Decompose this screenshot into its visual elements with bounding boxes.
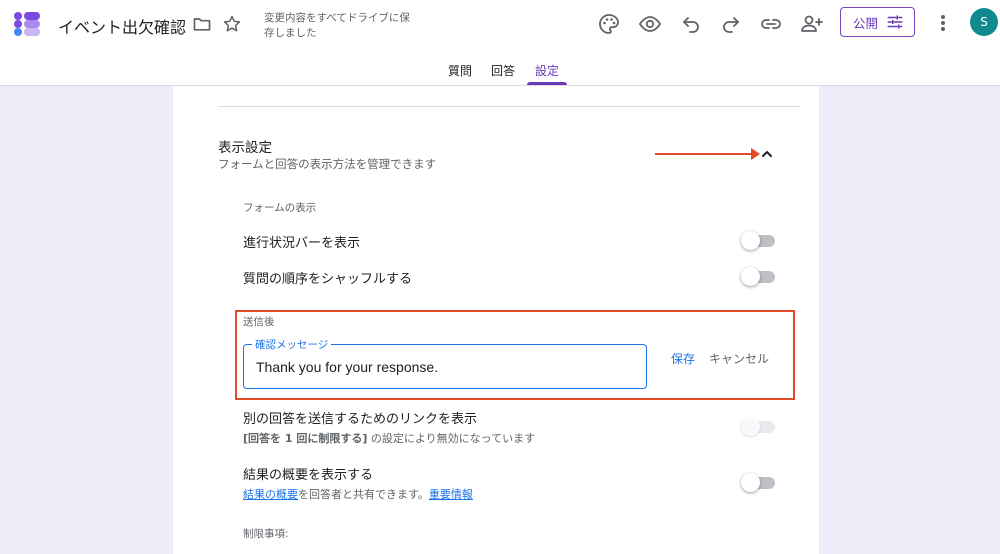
results-summary-note: 結果の概要を回答者と共有できます。重要情報 — [243, 486, 473, 502]
progress-bar-label: 進行状況バーを表示 — [243, 236, 361, 251]
publish-label: 公開 — [853, 15, 879, 31]
confirmation-message-input[interactable] — [256, 359, 636, 375]
results-summary-toggle[interactable] — [741, 473, 775, 492]
active-tab-indicator — [527, 82, 567, 85]
toggle-thumb — [741, 417, 760, 436]
save-status: 変更内容をすべてドライブに保存しました — [264, 12, 410, 39]
another-response-note-rest: の設定により無効になっています — [367, 432, 536, 445]
forms-logo-icon[interactable] — [12, 10, 42, 38]
another-response-label: 別の回答を送信するためのリンクを表示 — [243, 412, 478, 427]
section-divider — [218, 106, 800, 107]
star-icon[interactable] — [222, 14, 242, 34]
confirmation-message-field[interactable]: 確認メッセージ — [243, 337, 647, 389]
chevron-up-icon[interactable] — [759, 146, 775, 162]
another-response-toggle[interactable] — [741, 417, 775, 436]
document-title[interactable]: イベント出欠確認 — [58, 14, 186, 38]
palette-icon[interactable] — [597, 12, 621, 36]
tune-icon — [886, 13, 904, 31]
toggle-thumb — [741, 231, 760, 250]
section-subtitle: フォームと回答の表示方法を管理できます — [218, 157, 437, 171]
results-summary-label: 結果の概要を表示する — [243, 468, 374, 483]
annotation-arrow-line — [655, 153, 753, 155]
another-response-note-bold: [回答を 1 回に制限する] — [243, 432, 368, 445]
section-title: 表示設定 — [218, 140, 272, 156]
progress-bar-toggle[interactable] — [741, 231, 775, 250]
after-submit-label: 送信後 — [243, 316, 275, 328]
add-person-icon[interactable] — [800, 12, 824, 36]
link-icon[interactable] — [759, 12, 783, 36]
cancel-button[interactable]: キャンセル — [709, 350, 769, 367]
confirmation-message-label: 確認メッセージ — [252, 337, 332, 352]
tab-responses[interactable]: 回答 — [491, 62, 515, 79]
shuffle-toggle[interactable] — [741, 267, 775, 286]
tab-questions[interactable]: 質問 — [448, 62, 472, 79]
toggle-thumb — [741, 473, 760, 492]
another-response-note: [回答を 1 回に制限する] の設定により無効になっています — [243, 430, 535, 446]
tab-settings[interactable]: 設定 — [535, 62, 559, 79]
avatar[interactable]: S — [970, 8, 998, 36]
tab-bar: 質問 回答 設定 — [0, 60, 1000, 86]
results-summary-note-text: を回答者と共有できます。 — [298, 488, 429, 501]
save-button[interactable]: 保存 — [671, 350, 695, 367]
important-info-link[interactable]: 重要情報 — [429, 488, 473, 501]
publish-button[interactable]: 公開 — [840, 7, 915, 37]
more-vert-icon[interactable] — [934, 12, 952, 34]
eye-icon[interactable] — [638, 12, 662, 36]
app-header: イベント出欠確認 変更内容をすべてドライブに保存しました 公開 S 質問 回答 … — [0, 0, 1000, 86]
settings-panel: 表示設定 フォームと回答の表示方法を管理できます フォームの表示 進行状況バーを… — [173, 86, 819, 554]
toggle-thumb — [741, 267, 760, 286]
restrictions-label: 制限事項: — [243, 528, 289, 540]
results-summary-link[interactable]: 結果の概要 — [243, 488, 298, 501]
undo-icon[interactable] — [679, 12, 703, 36]
folder-icon[interactable] — [192, 14, 212, 34]
redo-icon[interactable] — [719, 12, 743, 36]
form-display-label: フォームの表示 — [243, 202, 317, 214]
shuffle-label: 質問の順序をシャッフルする — [243, 272, 413, 287]
